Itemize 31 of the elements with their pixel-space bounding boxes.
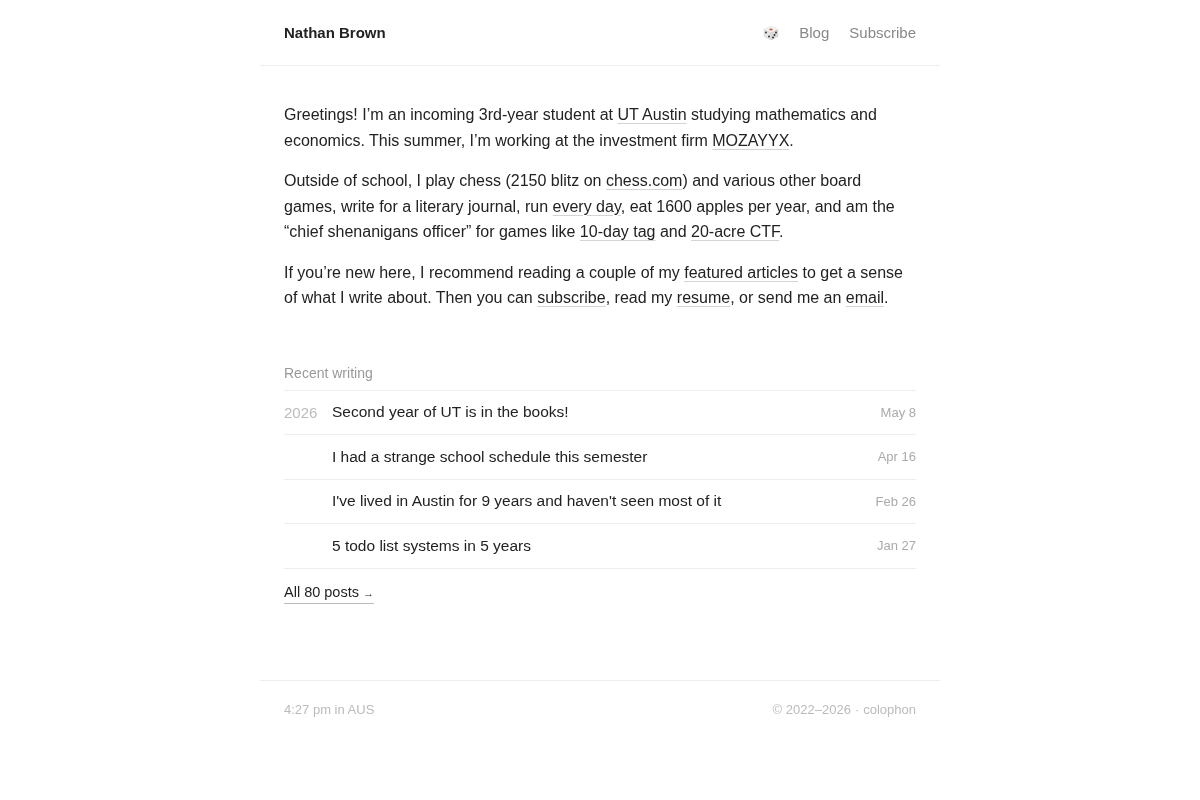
post-date: Feb 26: [875, 493, 916, 509]
text-link[interactable]: every day: [552, 197, 621, 215]
site-title[interactable]: Nathan Brown: [284, 24, 386, 41]
text-link[interactable]: chess.com: [605, 172, 683, 189]
text-link[interactable]: resume: [676, 289, 731, 306]
text-link[interactable]: 10-day tag: [579, 223, 656, 240]
text-link[interactable]: featured articles: [684, 263, 799, 281]
text-link[interactable]: MOZAYYX: [712, 131, 790, 149]
post-link[interactable]: I had a strange school schedule this semester: [332, 447, 878, 466]
separator: ·: [854, 700, 860, 719]
text-link[interactable]: UT Austin: [617, 106, 687, 123]
post-link[interactable]: I've lived in Austin for 9 years and haven't seen most of it: [332, 492, 876, 511]
intro-paragraph: Greetings! I’m an incoming 3rd-year student at UT Austin studying mathematics and economics. This summer, I’m working at the investment firm MOZAYYX.: [284, 105, 878, 151]
text-link[interactable]: 20-acre CTF: [691, 223, 780, 240]
post-date: May 8: [880, 404, 916, 420]
text-link[interactable]: email: [845, 289, 885, 306]
intro-paragraph: If you’re new here, I recommend reading a couple of my featured articles to get a sense of what I write about. Then you can subscribe, read my resume, or send me an email.: [284, 262, 904, 308]
nav-link[interactable]: Subscribe: [849, 24, 916, 41]
post-link[interactable]: 5 todo list systems in 5 years: [332, 536, 877, 555]
post-date: Apr 16: [877, 449, 916, 465]
all-posts-link[interactable]: All 80 posts →: [284, 581, 374, 604]
post-year: 2026: [284, 403, 319, 421]
nav-link[interactable]: Blog: [799, 24, 830, 41]
post-date: Jan 27: [876, 538, 916, 554]
text-link[interactable]: subscribe: [537, 289, 606, 306]
intro-paragraph: Outside of school, I play chess (2150 blitz on chess.com) and various other board games, write for a literary journal, run every day, eat 1600 apples per year, and am the “chief shenanigans officer” for games like 10-day tag and 20-acre CTF.: [284, 171, 896, 242]
post-link[interactable]: Second year of UT is in the books!: [332, 403, 881, 422]
dice-icon[interactable]: [763, 24, 780, 41]
copyright-text: © 2022–2026: [772, 700, 851, 719]
local-time: 4:27 pm in AUS: [284, 700, 375, 719]
section-heading: Recent writing: [284, 362, 916, 391]
